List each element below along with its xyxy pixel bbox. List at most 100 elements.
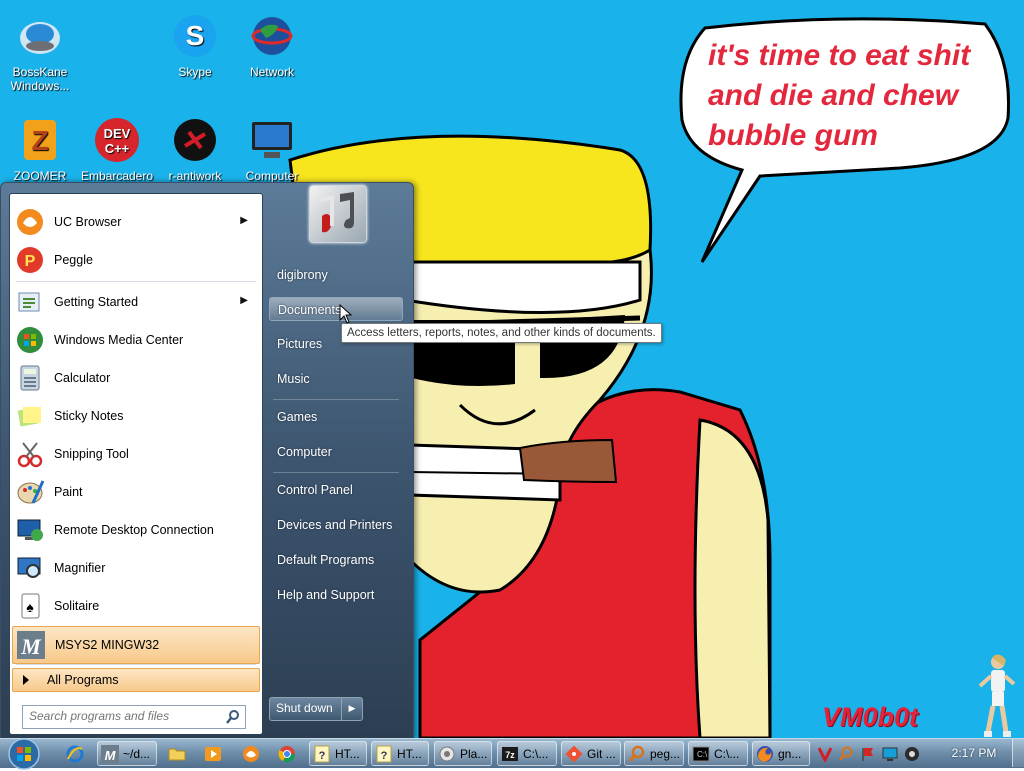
magnifier-icon [17,557,41,578]
shutdown-label: Shut down [276,701,333,715]
internet-explorer-icon [66,745,84,762]
menu-item-label: Sticky Notes [54,409,124,423]
svg-text:Z: Z [31,125,48,156]
taskbar-firefox-window[interactable]: gn... [752,741,810,766]
taskbar-search-window[interactable]: peg... [624,741,684,766]
menu-item-label: Remote Desktop Connection [54,523,214,537]
taskbar-media-player-button[interactable] [200,741,228,766]
shutdown-button[interactable]: Shut down ▶ [269,697,363,721]
svg-text:DEV: DEV [104,126,131,141]
menu-item-solitaire[interactable]: ♠ Solitaire [12,588,258,624]
clock-time[interactable]: 2:17 PM [944,739,1004,767]
menu-item-paint[interactable]: Paint [12,474,258,510]
zoomer-icon: Z [24,120,56,160]
search-icon[interactable] [225,709,241,725]
dancer-figure-icon [978,654,1016,737]
dev-cpp-icon: DEVC++ [95,118,139,162]
media-player-icon [205,746,221,761]
menu-item-label: Peggle [54,253,93,267]
sticky-notes-icon [17,407,41,427]
start-orb-windows-icon[interactable] [6,737,42,771]
menu-item-uc-browser[interactable]: UC Browser ▶ [12,204,258,240]
submenu-arrow-icon: ▶ [240,215,248,226]
desktop-icon-r-antiwork[interactable]: r-antiwork [157,112,233,183]
control-panel-link[interactable]: Control Panel [269,478,403,502]
start-search-field[interactable] [22,705,246,729]
network-globe-icon [251,17,293,55]
all-programs-button[interactable]: All Programs [12,668,260,692]
taskbar-ie-button[interactable] [62,741,92,766]
menu-item-windows-media-center[interactable]: Windows Media Center [12,322,258,358]
desktop-icon-label: Embarcadero [80,169,154,183]
menu-item-calculator[interactable]: Calculator [12,360,258,396]
taskbar-button-label: HT... [335,746,360,761]
music-link[interactable]: Music [269,367,403,391]
desktop-icon-label: BossKane Windows... [10,65,70,93]
taskbar-button-label: Git ... [587,746,616,761]
user-avatar[interactable] [309,185,367,243]
taskbar-git-window[interactable]: Git ... [561,741,621,766]
devices-printers-link[interactable]: Devices and Printers [269,513,403,537]
taskbar-explorer-button[interactable] [164,741,192,766]
help-document-icon: ? [314,745,330,762]
help-support-link[interactable]: Help and Support [269,583,403,607]
menu-item-getting-started[interactable]: Getting Started ▶ [12,284,258,320]
documents-link[interactable]: Documents [269,297,403,321]
msys2-icon: M [101,744,119,763]
menu-item-remote-desktop[interactable]: Remote Desktop Connection [12,512,258,548]
svg-text:P: P [25,253,36,270]
volume-speaker-icon[interactable] [904,746,920,762]
all-programs-label: All Programs [47,673,119,687]
menu-item-msys2-mingw32[interactable]: M MSYS2 MINGW32 [12,626,260,664]
taskbar-htm-window-2[interactable]: ? HT... [371,741,429,766]
search-input[interactable] [23,706,219,726]
bosskane-icon [20,22,60,54]
action-center-flag-icon[interactable] [860,746,876,762]
menu-item-sticky-notes[interactable]: Sticky Notes [12,398,258,434]
player-gear-icon [439,746,455,761]
desktop-icon-zoomer[interactable]: Z ZOOMER [2,112,78,183]
computer-link[interactable]: Computer [269,440,403,464]
remote-desktop-icon [17,519,43,541]
tray-search-icon[interactable] [838,746,854,762]
menu-item-label: Getting Started [54,295,139,309]
menu-item-label: Solitaire [54,599,100,613]
desktop[interactable]: it's time to eat shit and die and chew b… [0,0,1024,738]
desktop-icon-label: ZOOMER [13,169,67,183]
paint-palette-icon [17,480,45,504]
network-monitor-icon[interactable] [882,746,898,762]
desktop-icon-embarcadero[interactable]: DEV C++ Embarcadero [79,112,155,183]
menu-item-peggle[interactable]: P Peggle [12,242,258,278]
svg-text:7z: 7z [505,750,515,760]
desktop-icon-skype[interactable]: S Skype [157,8,233,79]
search-magnifier-icon [628,745,645,762]
menu-item-snipping-tool[interactable]: Snipping Tool [12,436,258,472]
speech-bubble-text: it's time to eat shit and die and chew b… [708,39,971,152]
svg-text:S: S [186,20,205,51]
menu-divider [16,664,256,665]
desktop-icon-computer[interactable]: Computer [234,112,310,183]
default-programs-link[interactable]: Default Programs [269,548,403,572]
tray-v-icon[interactable] [818,746,832,762]
games-link[interactable]: Games [269,405,403,429]
taskbar-player-window[interactable]: Pla... [434,741,492,766]
svg-text:?: ? [381,750,388,762]
menu-item-magnifier[interactable]: Magnifier [12,550,258,586]
help-document-icon: ? [376,745,392,762]
taskbar-button-label: Pla... [460,746,488,761]
taskbar-uc-browser-button[interactable] [238,741,266,766]
user-folder-link[interactable]: digibrony [269,263,403,287]
taskbar-htm-window-1[interactable]: ? HT... [309,741,367,766]
shutdown-options-arrow-icon[interactable]: ▶ [341,698,362,720]
desktop-icon-label: Skype [178,65,212,79]
svg-text:M: M [20,634,42,659]
taskbar-msys-window[interactable]: M ~/d... [97,741,157,766]
taskbar-7zip-window[interactable]: 7z C:\... [497,741,557,766]
7zip-icon: 7z [502,746,518,761]
taskbar-chrome-button[interactable] [274,741,302,766]
desktop-icon-bosskane[interactable]: BossKane Windows... [2,8,78,93]
desktop-icon-network[interactable]: Network [234,8,310,79]
show-desktop-button[interactable] [1012,739,1024,767]
taskbar-cmd-window[interactable]: C:\ C:\... [688,741,748,766]
calculator-icon [20,365,40,391]
